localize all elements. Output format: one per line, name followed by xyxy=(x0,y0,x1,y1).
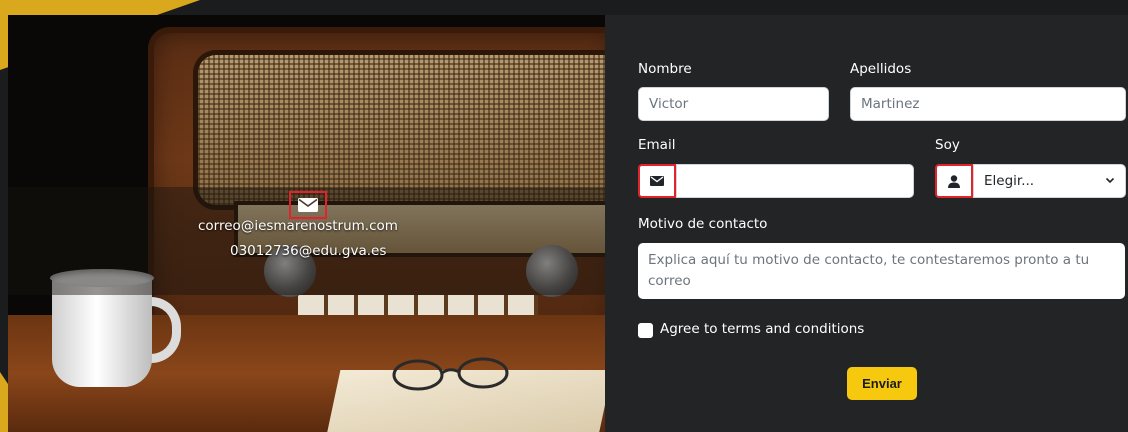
submit-button[interactable]: Enviar xyxy=(847,367,917,400)
user-icon xyxy=(935,164,973,198)
radio-keys xyxy=(298,295,538,317)
motivo-label: Motivo de contacto xyxy=(638,216,768,232)
radio-speaker-grille xyxy=(198,55,605,205)
nombre-label: Nombre xyxy=(638,61,692,77)
email-label: Email xyxy=(638,137,676,153)
glasses xyxy=(392,357,509,391)
soy-select[interactable]: Elegir... xyxy=(973,164,1126,198)
contact-card: correo@iesmarenostrum.com 03012736@edu.g… xyxy=(8,15,1128,432)
nombre-input[interactable]: Victor xyxy=(638,87,829,121)
contact-email: correo@iesmarenostrum.com xyxy=(198,218,398,234)
soy-selected-value: Elegir... xyxy=(984,173,1035,189)
motivo-textarea[interactable]: Explica aquí tu motivo de contacto, te c… xyxy=(638,243,1125,299)
terms-label: Agree to terms and conditions xyxy=(660,321,865,337)
apellidos-input[interactable]: Martinez xyxy=(850,87,1126,121)
radio-photo: correo@iesmarenostrum.com 03012736@edu.g… xyxy=(8,15,605,432)
apellidos-label: Apellidos xyxy=(850,61,912,77)
contact-alt-email: 03012736@edu.gva.es xyxy=(230,243,387,259)
contact-form: Nombre Apellidos Victor Martinez Email S… xyxy=(605,15,1128,432)
email-input[interactable] xyxy=(676,164,914,198)
envelope-icon xyxy=(638,164,676,198)
envelope-icon xyxy=(289,191,327,219)
chevron-down-icon xyxy=(1105,177,1115,184)
soy-label: Soy xyxy=(935,137,960,153)
terms-checkbox[interactable] xyxy=(638,323,653,338)
